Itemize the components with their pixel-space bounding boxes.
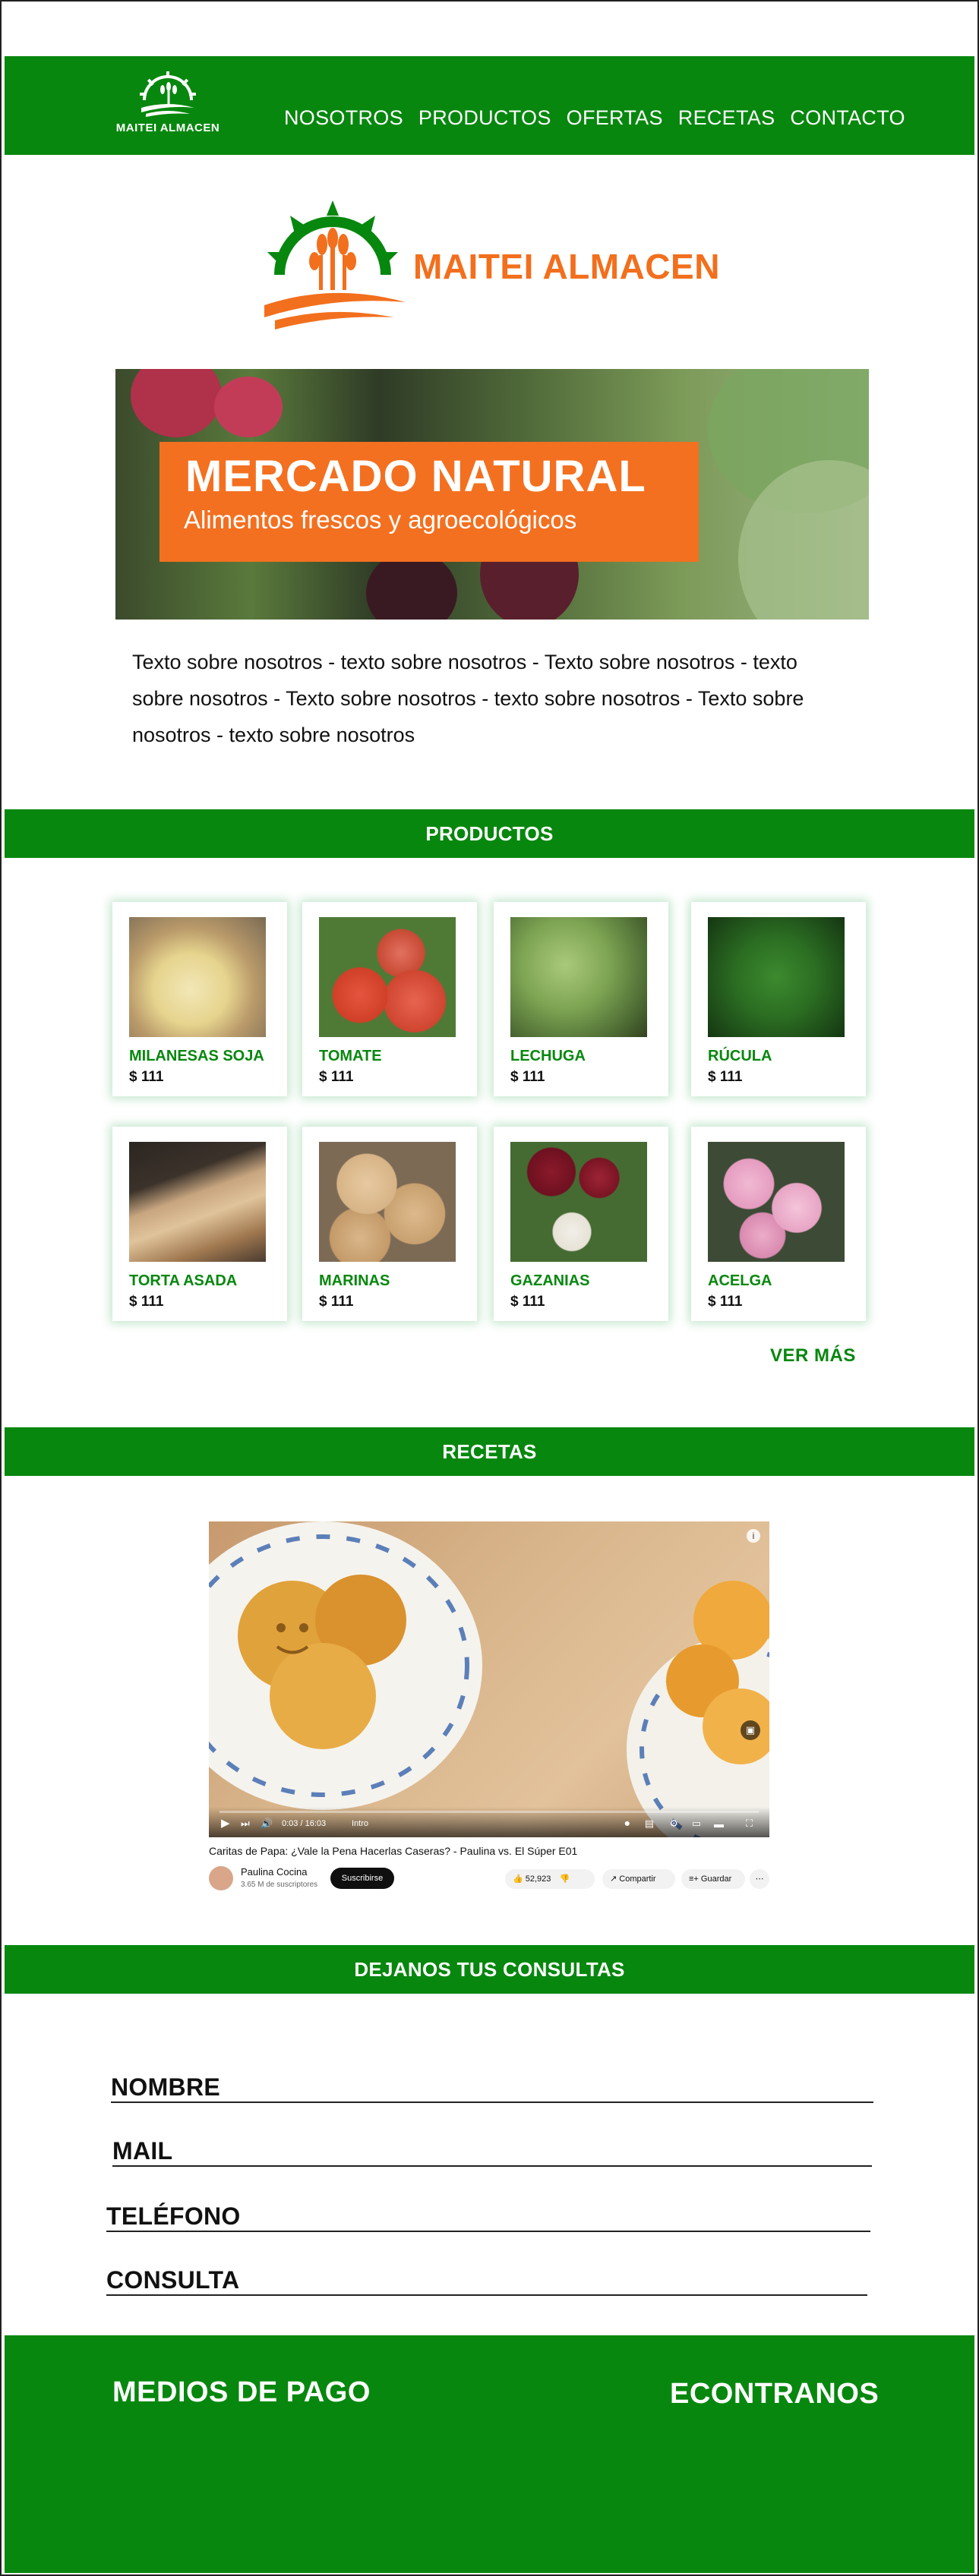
product-price: $ 111 bbox=[510, 1294, 545, 1310]
product-name: MARINAS bbox=[319, 1272, 390, 1289]
info-icon[interactable]: i bbox=[747, 1529, 760, 1543]
product-card[interactable]: MARINAS $ 111 bbox=[302, 1127, 477, 1321]
miniplayer-icon[interactable]: ▣ bbox=[741, 1720, 760, 1740]
hero-logo: MAITEI ALMACEN bbox=[257, 199, 728, 336]
captions-icon[interactable]: ▤ bbox=[645, 1818, 654, 1830]
product-name: RÚCULA bbox=[708, 1048, 772, 1064]
product-name: MILANESAS SOJA bbox=[129, 1048, 264, 1064]
video-channel-bar: Paulina Cocina 3.65 M de suscriptores Su… bbox=[209, 1865, 769, 1895]
more-options-icon[interactable]: ⋯ bbox=[750, 1869, 769, 1889]
banner-title-box: MERCADO NATURAL Alimentos frescos y agro… bbox=[159, 442, 699, 562]
channel-avatar[interactable] bbox=[209, 1866, 233, 1890]
nav-contacto[interactable]: CONTACTO bbox=[790, 106, 905, 130]
pip-icon[interactable]: ▭ bbox=[692, 1818, 701, 1830]
product-price: $ 111 bbox=[129, 1069, 164, 1085]
product-name: GAZANIAS bbox=[510, 1272, 590, 1289]
recipes-section-title: RECETAS bbox=[5, 1427, 974, 1476]
product-price: $ 111 bbox=[510, 1069, 545, 1085]
theater-icon[interactable]: ▬ bbox=[714, 1818, 724, 1830]
settings-icon[interactable]: ⚙ bbox=[669, 1818, 678, 1830]
play-icon[interactable]: ▶ bbox=[221, 1816, 230, 1830]
top-navbar: MAITEI ALMACEN NOSOTROS PRODUCTOS OFERTA… bbox=[5, 56, 974, 155]
thumbs-up-icon[interactable]: 👍 bbox=[513, 1874, 523, 1884]
save-label: Guardar bbox=[700, 1874, 732, 1884]
video-progress-bar[interactable] bbox=[219, 1811, 759, 1813]
like-count: 52,923 bbox=[525, 1874, 551, 1884]
product-card[interactable]: GAZANIAS $ 111 bbox=[494, 1127, 668, 1321]
name-field[interactable]: NOMBRE bbox=[111, 2068, 873, 2103]
hero-banner: MERCADO NATURAL Alimentos frescos y agro… bbox=[115, 369, 869, 620]
find-us-heading: ECONTRANOS bbox=[670, 2378, 880, 2410]
product-card[interactable]: RÚCULA $ 111 bbox=[691, 902, 866, 1096]
nav-productos[interactable]: PRODUCTOS bbox=[418, 106, 551, 130]
product-image bbox=[708, 917, 845, 1037]
product-price: $ 111 bbox=[319, 1069, 354, 1085]
banner-title: MERCADO NATURAL bbox=[185, 452, 646, 501]
product-image bbox=[319, 1142, 456, 1262]
nav-recetas[interactable]: RECETAS bbox=[678, 106, 775, 130]
banner-subtitle: Alimentos frescos y agroecológicos bbox=[184, 506, 577, 534]
product-image bbox=[510, 1142, 647, 1262]
video-thumbnail-image bbox=[209, 1521, 769, 1837]
product-card[interactable]: TOMATE $ 111 bbox=[302, 902, 477, 1096]
next-icon[interactable]: ⏭ bbox=[241, 1818, 250, 1830]
about-text: Texto sobre nosotros - texto sobre nosot… bbox=[132, 651, 804, 746]
product-image bbox=[129, 1142, 266, 1262]
payment-methods-heading: MEDIOS DE PAGO bbox=[112, 2376, 371, 2408]
video-chapter[interactable]: Intro bbox=[352, 1819, 368, 1828]
product-name: TORTA ASADA bbox=[129, 1272, 238, 1289]
wheat-sun-logo-icon bbox=[140, 71, 196, 117]
product-image bbox=[708, 1142, 845, 1262]
thumbs-down-icon[interactable]: 👎 bbox=[559, 1874, 570, 1884]
product-price: $ 111 bbox=[319, 1294, 354, 1310]
product-price: $ 111 bbox=[708, 1069, 743, 1085]
product-image bbox=[129, 917, 266, 1037]
name-field-label: NOMBRE bbox=[111, 2073, 221, 2101]
see-more-link[interactable]: VER MÁS bbox=[770, 1345, 856, 1367]
hero-sun-wheat-logo-icon bbox=[264, 200, 406, 329]
nav-nosotros[interactable]: NOSOTROS bbox=[284, 106, 403, 130]
contact-section-title: DEJANOS TUS CONSULTAS bbox=[5, 1945, 974, 1994]
phone-field[interactable]: TELÉFONO bbox=[106, 2197, 870, 2232]
subscribe-button[interactable]: Suscribirse bbox=[330, 1868, 394, 1889]
video-time: 0:03 / 16:03 bbox=[282, 1819, 327, 1828]
product-image bbox=[510, 917, 647, 1037]
channel-name[interactable]: Paulina Cocina bbox=[241, 1866, 307, 1878]
header-logo-text: MAITEI ALMACEN bbox=[115, 121, 220, 134]
save-button[interactable]: ≡+ Guardar bbox=[681, 1869, 745, 1889]
like-dislike-pill[interactable]: 👍 52,923 👎 bbox=[505, 1869, 595, 1889]
fullscreen-icon[interactable]: ⛶ bbox=[746, 1818, 753, 1830]
share-label: Compartir bbox=[619, 1874, 656, 1884]
volume-icon[interactable]: 🔊 bbox=[261, 1818, 273, 1830]
share-icon: ↗ bbox=[610, 1874, 617, 1884]
header-logo[interactable]: MAITEI ALMACEN bbox=[111, 70, 225, 146]
product-name: TOMATE bbox=[319, 1048, 382, 1064]
share-button[interactable]: ↗ Compartir bbox=[602, 1869, 675, 1889]
product-card[interactable]: ACELGA $ 111 bbox=[691, 1127, 866, 1321]
product-image bbox=[319, 917, 456, 1037]
hero-brand-name: MAITEI ALMACEN bbox=[413, 247, 720, 286]
video-title[interactable]: Caritas de Papa: ¿Vale la Pena Hacerlas … bbox=[209, 1845, 577, 1857]
save-icon: ≡+ bbox=[689, 1874, 699, 1884]
footer: MEDIOS DE PAGO ECONTRANOS bbox=[5, 2335, 974, 2573]
nav-ofertas[interactable]: OFERTAS bbox=[567, 106, 663, 130]
product-name: ACELGA bbox=[708, 1272, 772, 1289]
product-price: $ 111 bbox=[129, 1294, 164, 1310]
recipe-video-player[interactable]: i ▣ ▶ ⏭ 🔊 0:03 / 16:03 Intro ⏺ ▤ ⚙ ▭ ▬ ⛶ bbox=[209, 1521, 769, 1837]
main-nav: NOSOTROS PRODUCTOS OFERTAS RECETAS CONTA… bbox=[284, 106, 905, 130]
channel-subscribers: 3.65 M de suscriptores bbox=[241, 1881, 318, 1889]
autoplay-toggle-icon[interactable]: ⏺ bbox=[625, 1818, 630, 1830]
query-field[interactable]: CONSULTA bbox=[106, 2261, 867, 2296]
product-card[interactable]: MILANESAS SOJA $ 111 bbox=[112, 902, 287, 1096]
products-section-title: PRODUCTOS bbox=[5, 809, 974, 858]
product-name: LECHUGA bbox=[510, 1048, 586, 1064]
product-price: $ 111 bbox=[708, 1294, 743, 1310]
product-card[interactable]: TORTA ASADA $ 111 bbox=[112, 1127, 287, 1321]
video-controls: ▶ ⏭ 🔊 0:03 / 16:03 Intro ⏺ ▤ ⚙ ▭ ▬ ⛶ bbox=[209, 1807, 769, 1837]
product-card[interactable]: LECHUGA $ 111 bbox=[494, 902, 668, 1096]
mail-field[interactable]: MAIL bbox=[112, 2132, 872, 2167]
phone-field-label: TELÉFONO bbox=[106, 2202, 241, 2230]
query-field-label: CONSULTA bbox=[106, 2266, 240, 2294]
mail-field-label: MAIL bbox=[112, 2137, 173, 2165]
